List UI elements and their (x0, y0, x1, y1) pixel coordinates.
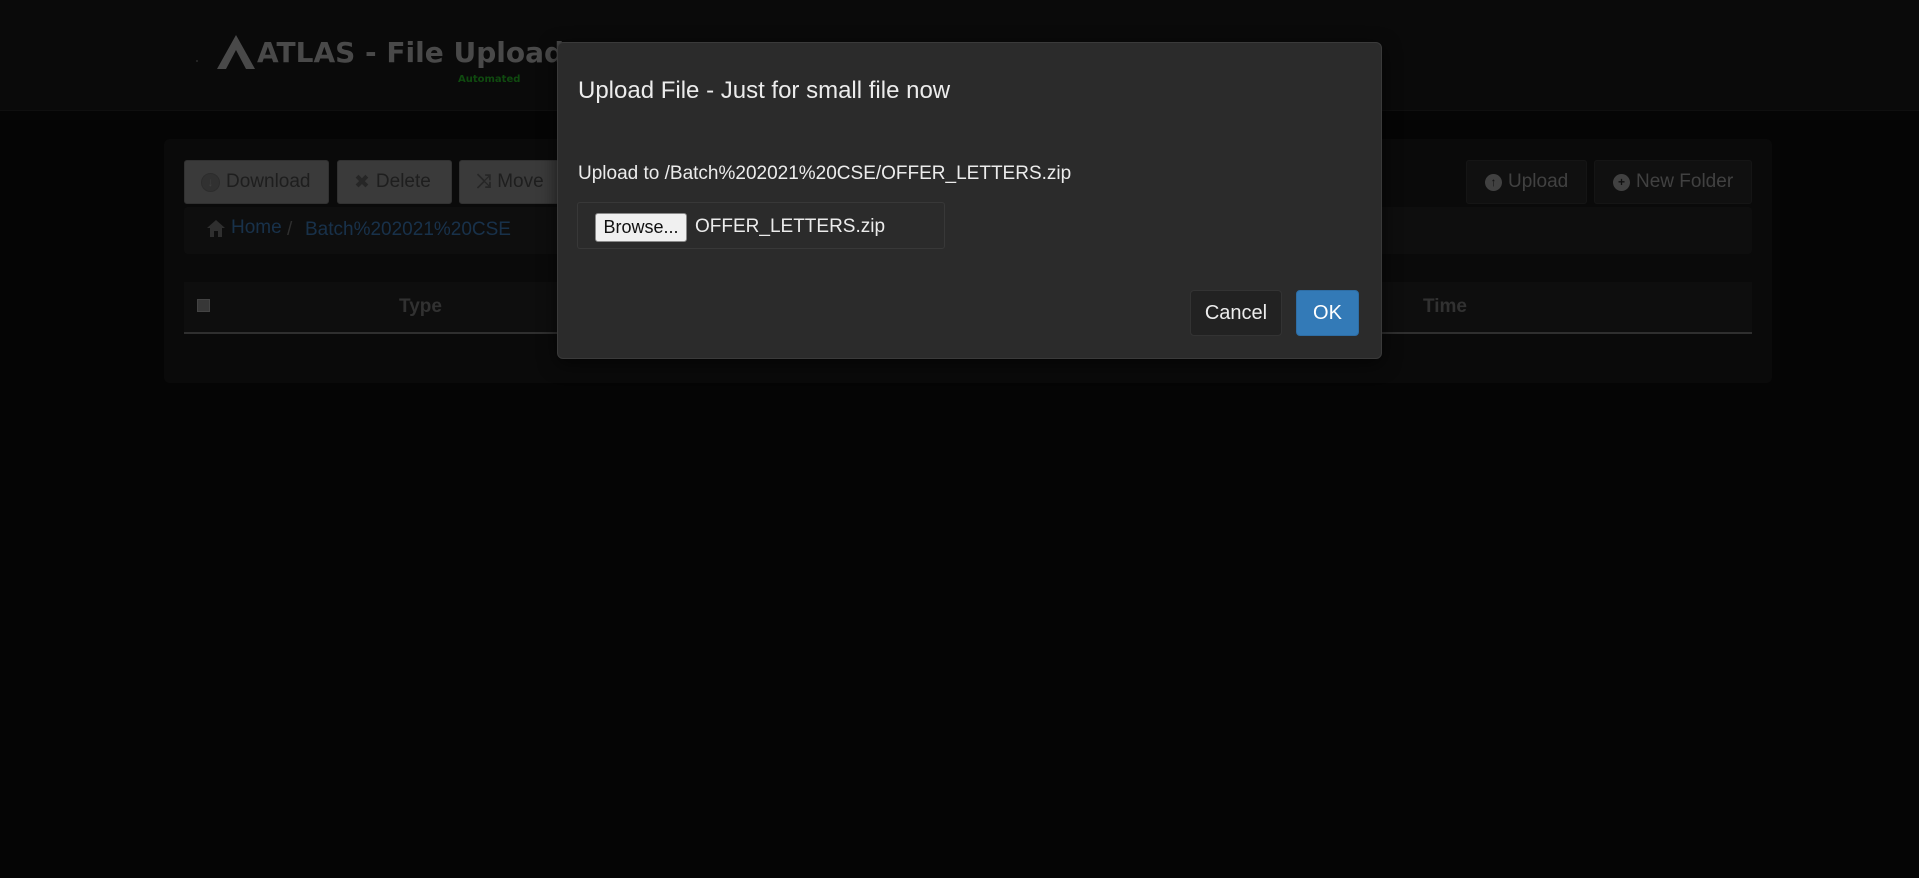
upload-dialog: Upload File - Just for small file now Up… (557, 42, 1382, 359)
dialog-title: Upload File - Just for small file now (578, 77, 951, 104)
selected-file-name: OFFER_LETTERS.zip (695, 216, 886, 237)
upload-path-text: Upload to /Batch%202021%20CSE/OFFER_LETT… (578, 163, 1072, 184)
browse-button[interactable]: Browse... (595, 213, 687, 242)
cancel-button[interactable]: Cancel (1190, 290, 1282, 336)
ok-button[interactable]: OK (1296, 290, 1359, 336)
